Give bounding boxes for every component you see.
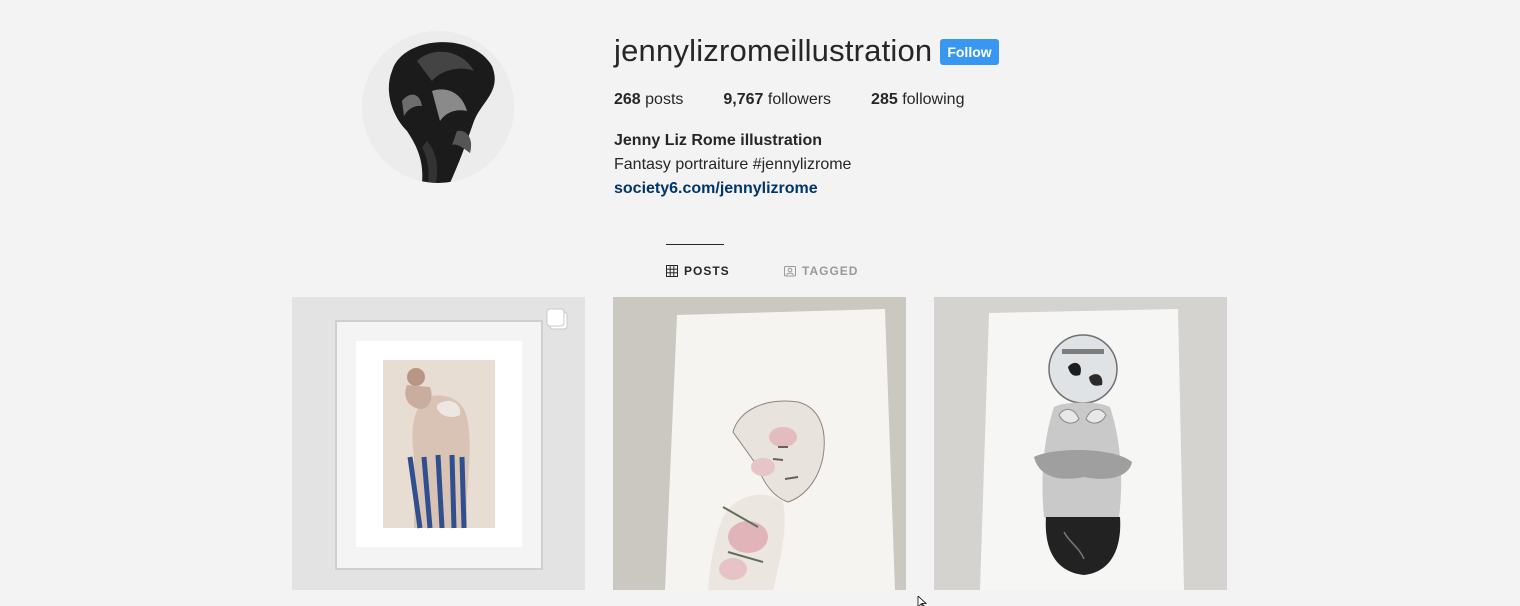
- tab-posts-label: POSTS: [684, 264, 730, 278]
- followers-count: 9,767: [723, 91, 764, 108]
- following-count: 285: [871, 91, 898, 108]
- multiple-posts-icon: [546, 308, 568, 330]
- tab-tagged-label: TAGGED: [802, 264, 859, 278]
- post-thumbnail[interactable]: [292, 297, 585, 590]
- posts-count: 268: [614, 91, 641, 108]
- active-tab-indicator: [666, 244, 724, 245]
- profile-bio: Fantasy portraiture #jennylizrome: [614, 156, 852, 173]
- followers-stat[interactable]: 9,767 followers: [723, 91, 831, 109]
- following-label: following: [902, 91, 965, 108]
- tab-tagged[interactable]: TAGGED: [784, 264, 858, 278]
- mouse-cursor-icon: [917, 596, 928, 606]
- tab-posts[interactable]: POSTS: [666, 264, 730, 278]
- avatar-illustration: [362, 31, 514, 183]
- fishbowl-figure-image: [934, 297, 1227, 590]
- profile-website-link[interactable]: society6.com/jennylizrome: [614, 180, 818, 198]
- tag-icon: [784, 266, 796, 277]
- avatar[interactable]: [362, 31, 514, 183]
- following-stat[interactable]: 285 following: [871, 91, 964, 109]
- post-thumbnail[interactable]: [613, 297, 906, 590]
- follow-button[interactable]: Follow: [940, 39, 999, 65]
- followers-label: followers: [767, 91, 832, 108]
- floral-portrait-image: [613, 297, 906, 590]
- framed-print-image: [292, 297, 585, 590]
- grid-icon: [666, 265, 678, 277]
- posts-label: posts: [645, 91, 684, 108]
- profile-page: jennylizromeillustration Follow 268 post…: [0, 0, 1520, 606]
- post-thumbnail[interactable]: [934, 297, 1227, 590]
- profile-full-name: Jenny Liz Rome illustration: [614, 132, 823, 149]
- profile-username: jennylizromeillustration: [614, 33, 933, 68]
- posts-stat: 268 posts: [614, 91, 683, 109]
- profile-stats: 268 posts 9,767 followers 285 following: [614, 91, 1004, 109]
